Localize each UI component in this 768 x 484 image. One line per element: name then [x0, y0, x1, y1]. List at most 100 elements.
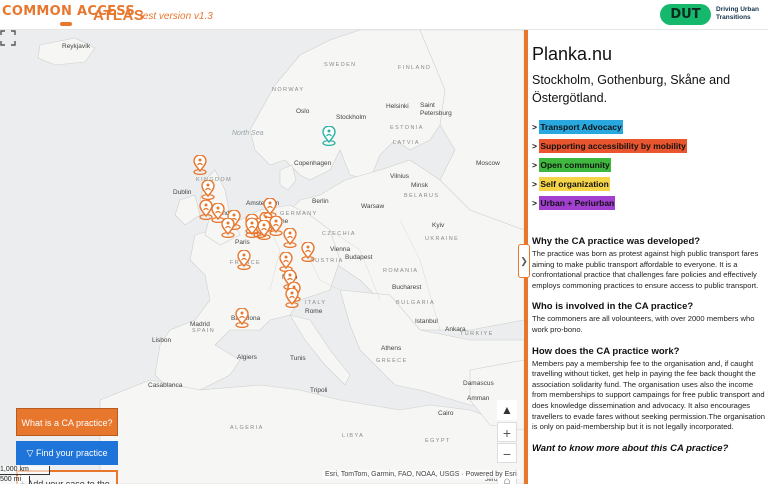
case-marker-icon[interactable]	[282, 228, 298, 248]
city-label-moscow: Moscow	[476, 160, 500, 167]
case-marker-icon[interactable]	[236, 250, 252, 270]
city-label-stpetersburg: Saint Petersburg	[420, 102, 452, 117]
country-label-finland: FINLAND	[398, 65, 432, 71]
app-root: COMMON ACCESS ATLAS test version v1.3 DU…	[0, 0, 768, 484]
answer-how: Members pay a membership fee to the orga…	[532, 358, 765, 432]
city-label-helsinki: Helsinki	[386, 103, 409, 110]
country-label-norway: NORWAY	[272, 87, 305, 93]
tag-row: > Urban + Periurban	[532, 195, 768, 212]
city-label-madrid: Madrid	[190, 321, 210, 328]
country-label-italy: ITALY	[305, 300, 327, 306]
city-label-athens: Athens	[381, 345, 402, 352]
tag-row: > Transport Advocacy	[532, 119, 768, 136]
country-label-latvia: LATVIA	[393, 140, 420, 146]
city-label-minsk: Minsk	[411, 182, 428, 189]
map-view[interactable]: North Sea SWEDEN FINLAND NORWAY ESTONIA …	[0, 30, 524, 484]
country-label-ukraine: UKRAINE	[425, 236, 460, 242]
zoom-out-button[interactable]: −	[497, 443, 517, 463]
country-label-greece: GREECE	[376, 358, 408, 364]
city-label-berlin: Berlin	[312, 198, 329, 205]
practice-tags: > Transport Advocacy > Supporting accessi…	[532, 119, 768, 212]
practice-title: Planka.nu	[532, 44, 613, 64]
country-label-algeria: ALGERIA	[230, 425, 264, 431]
country-label-libya: LIBYA	[342, 433, 365, 439]
practice-detail-panel: Planka.nu Stockholm, Gothenburg, Skåne a…	[528, 30, 768, 484]
question-more: Want to know more about this CA practice…	[532, 442, 729, 454]
practice-tag[interactable]: Urban + Periurban	[539, 196, 616, 210]
city-label-amman: Amman	[467, 395, 490, 402]
version-label: test version v1.3	[140, 11, 213, 22]
city-label-lisbon: Lisbon	[152, 337, 172, 344]
city-label-algiers: Algiers	[237, 354, 257, 361]
chevron-right-icon: ❯	[520, 256, 528, 266]
app-title: ATLAS	[93, 7, 145, 24]
dut-logo-badge[interactable]: DUT	[660, 4, 711, 25]
case-marker-icon[interactable]	[192, 155, 208, 175]
find-practice-button[interactable]: ▽ Find your practice	[16, 441, 118, 465]
city-label-budapest: Budapest	[345, 254, 373, 261]
city-label-tripoli: Tripoli	[310, 387, 328, 394]
case-marker-icon[interactable]	[300, 242, 316, 262]
scale-bar-km: 1,000 km	[0, 466, 50, 475]
country-label-germany: GERMANY	[280, 211, 318, 217]
tag-row: > Supporting accessibility by mobility	[532, 138, 768, 155]
collapse-panel-button[interactable]: ❯	[518, 244, 530, 278]
practice-tag[interactable]: Self organization	[539, 177, 610, 191]
logo-ornament	[60, 22, 72, 26]
case-marker-icon[interactable]	[278, 252, 294, 272]
answer-why: The practice was born as protest against…	[532, 249, 759, 290]
city-label-tunis: Tunis	[290, 355, 306, 362]
practice-tag[interactable]: Open community	[539, 158, 611, 172]
case-marker-icon[interactable]	[262, 198, 278, 218]
practice-tag[interactable]: Supporting accessibility by mobility	[539, 139, 687, 153]
tag-row: > Open community	[532, 157, 768, 174]
city-label-vilnius: Vilnius	[390, 173, 410, 180]
city-label-stockholm: Stockholm	[336, 114, 367, 121]
map-attribution[interactable]: Esri, TomTom, Garmin, FAO, NOAA, USGS · …	[322, 470, 520, 479]
scale-bar-mi: 500 mi	[0, 476, 30, 484]
city-label-warsaw: Warsaw	[361, 203, 385, 210]
country-label-sweden: SWEDEN	[324, 62, 357, 68]
city-label-bucharest: Bucharest	[392, 284, 422, 291]
selected-case-marker-icon[interactable]	[321, 126, 337, 146]
city-label-damascus: Damascus	[463, 380, 494, 387]
city-label-kyiv: Kyiv	[432, 222, 445, 229]
country-label-czechia: CZECHIA	[322, 231, 356, 237]
question-how: How does the CA practice work?	[532, 345, 680, 357]
country-label-romania: ROMANIA	[383, 268, 419, 274]
dut-text-line1: Driving Urban	[716, 6, 759, 13]
dut-text-line2: Transitions	[716, 14, 751, 21]
dut-logo-text: Driving Urban Transitions	[716, 6, 759, 22]
case-marker-icon[interactable]	[284, 288, 300, 308]
question-who: Who is involved in the CA practice?	[532, 301, 694, 313]
city-label-paris: Paris	[235, 239, 250, 246]
answer-who: The commoners are all volounteers, with …	[532, 314, 755, 334]
country-label-bulgaria: BULGARIA	[396, 300, 436, 306]
filter-icon: ▽	[26, 448, 36, 458]
city-label-dublin: Dublin	[173, 189, 192, 196]
country-label-egypt: EGYPT	[425, 438, 451, 444]
sea-label-north: North Sea	[232, 130, 264, 137]
what-is-practice-button[interactable]: What is a CA practice?	[16, 408, 118, 436]
case-marker-icon[interactable]	[234, 308, 250, 328]
city-label-oslo: Oslo	[296, 108, 310, 115]
city-label-vienna: Vienna	[330, 246, 351, 253]
practice-location: Stockholm, Gothenburg, Skåne and Östergö…	[532, 73, 731, 105]
compass-button[interactable]: ▲	[497, 400, 517, 420]
city-label-rome: Rome	[305, 308, 323, 315]
city-label-reykjavik: Reykjavík	[62, 43, 91, 50]
country-label-belarus: BELARUS	[404, 193, 440, 199]
fullscreen-icon[interactable]	[0, 30, 16, 46]
tag-row: > Self organization	[532, 176, 768, 193]
country-label-estonia: ESTONIA	[390, 125, 424, 131]
zoom-in-button[interactable]: +	[497, 422, 517, 442]
city-label-istanbul: Istanbul	[415, 318, 438, 325]
header-bar: COMMON ACCESS ATLAS test version v1.3 DU…	[0, 0, 768, 30]
find-practice-label: Find your practice	[35, 448, 108, 458]
case-marker-icon[interactable]	[220, 218, 236, 238]
practice-tag[interactable]: Transport Advocacy	[539, 120, 623, 134]
country-label-spain: SPAIN	[192, 328, 216, 334]
city-label-casablanca: Casablanca	[148, 382, 183, 389]
case-marker-icon[interactable]	[200, 180, 216, 200]
question-why: Why the CA practice was developed?	[532, 236, 701, 247]
